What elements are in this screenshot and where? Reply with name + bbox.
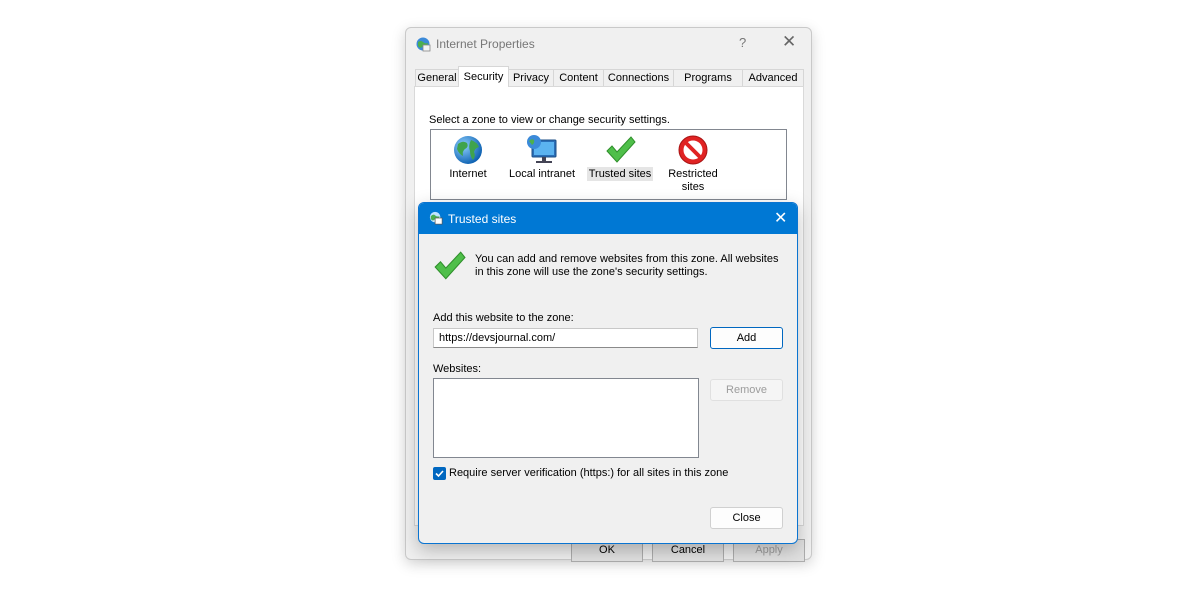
zone-local-intranet[interactable]: Local intranet bbox=[507, 134, 577, 181]
window-title: Internet Properties bbox=[436, 37, 535, 51]
dialog-close-icon[interactable]: ✕ bbox=[774, 208, 787, 228]
internet-options-icon bbox=[429, 211, 443, 225]
help-button[interactable]: ? bbox=[739, 35, 746, 50]
add-button[interactable]: Add bbox=[710, 327, 783, 349]
close-button[interactable]: Close bbox=[710, 507, 783, 529]
check-icon bbox=[435, 470, 444, 478]
info-text: You can add and remove websites from thi… bbox=[475, 253, 779, 278]
tab-advanced[interactable]: Advanced bbox=[742, 69, 804, 86]
dialog-title-bar: Trusted sites ✕ bbox=[419, 203, 797, 234]
require-https-checkbox[interactable] bbox=[433, 467, 446, 480]
tab-content[interactable]: Content bbox=[553, 69, 604, 86]
restricted-icon bbox=[678, 135, 708, 165]
window-close-button[interactable]: ✕ bbox=[782, 32, 796, 52]
add-website-label: Add this website to the zone: bbox=[433, 312, 574, 324]
remove-button[interactable]: Remove bbox=[710, 379, 783, 401]
checkmark-icon bbox=[434, 251, 466, 280]
title-bar: Internet Properties ? ✕ bbox=[406, 28, 811, 60]
website-url-input[interactable] bbox=[433, 328, 698, 348]
tab-programs[interactable]: Programs bbox=[673, 69, 743, 86]
tab-privacy[interactable]: Privacy bbox=[508, 69, 554, 86]
trusted-sites-dialog: Trusted sites ✕ You can add and remove w… bbox=[418, 202, 798, 544]
zone-restricted-sites[interactable]: Restricted sites bbox=[663, 134, 723, 194]
zone-trusted-sites[interactable]: Trusted sites bbox=[586, 134, 654, 181]
zone-label: Restricted sites bbox=[668, 168, 718, 193]
zone-label: Local intranet bbox=[508, 168, 576, 180]
zone-label: Trusted sites bbox=[586, 167, 654, 181]
dialog-body: You can add and remove websites from thi… bbox=[419, 234, 797, 543]
checkmark-icon bbox=[606, 136, 636, 163]
zone-list: Internet Local intranet Trusted sites Re… bbox=[430, 129, 787, 200]
zone-prompt: Select a zone to view or change security… bbox=[429, 114, 670, 126]
tab-security[interactable]: Security bbox=[458, 66, 509, 87]
require-https-label: Require server verification (https:) for… bbox=[449, 467, 729, 479]
tab-general[interactable]: General bbox=[415, 69, 459, 86]
globe-icon bbox=[454, 136, 482, 164]
dialog-title: Trusted sites bbox=[448, 212, 517, 226]
zone-label: Internet bbox=[449, 168, 487, 180]
websites-list[interactable] bbox=[433, 378, 699, 458]
internet-options-icon bbox=[416, 37, 431, 52]
intranet-icon bbox=[527, 135, 557, 163]
zone-internet[interactable]: Internet bbox=[443, 134, 493, 181]
tab-connections[interactable]: Connections bbox=[603, 69, 674, 86]
websites-label: Websites: bbox=[433, 363, 482, 375]
